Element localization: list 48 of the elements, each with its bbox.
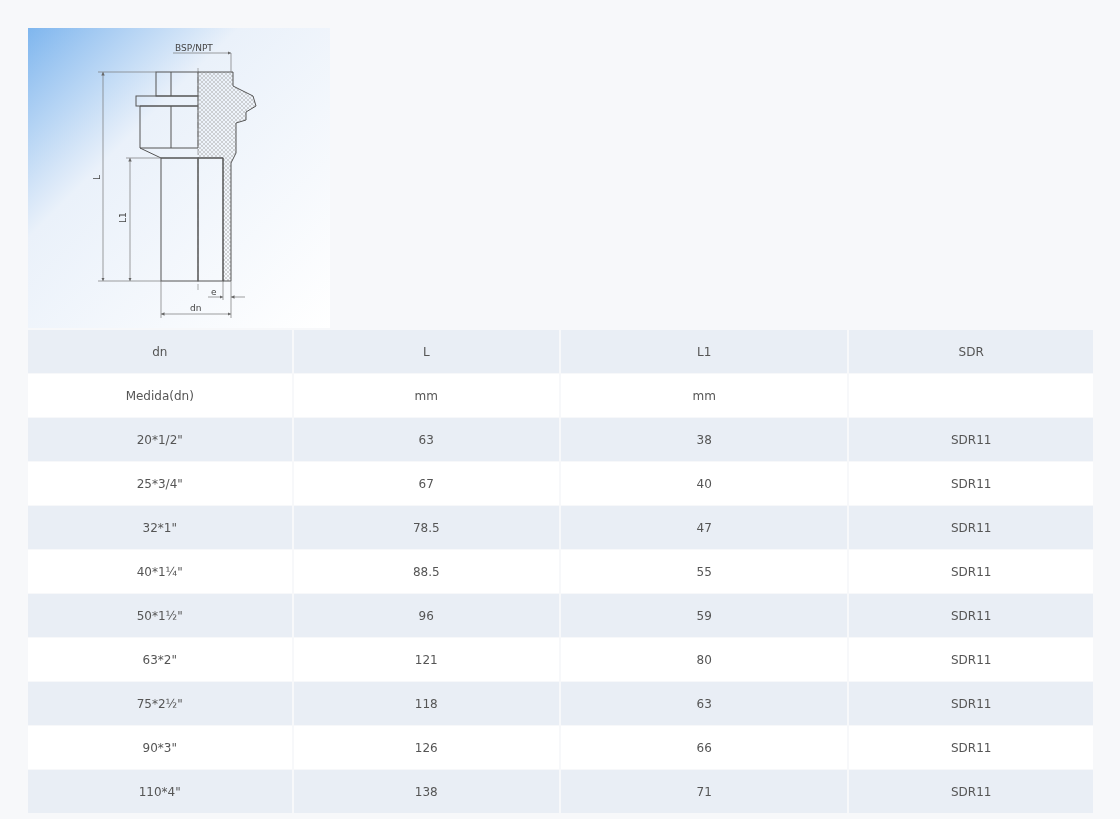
dimension-label: L <box>92 175 102 180</box>
table-cell: 126 <box>293 726 559 770</box>
column-header: L <box>293 330 559 374</box>
table-cell: 50*1½" <box>28 594 292 638</box>
table-cell: 20*1/2" <box>28 418 292 462</box>
dimension-label: e <box>211 287 217 297</box>
table-cell: mm <box>561 374 848 418</box>
table-cell: Medida(dn) <box>28 374 292 418</box>
table-cell: SDR11 <box>849 726 1093 770</box>
table-cell: 67 <box>293 462 559 506</box>
dimension-label: dn <box>190 303 202 313</box>
table-cell: SDR11 <box>849 462 1093 506</box>
table-cell: SDR11 <box>849 638 1093 682</box>
table-cell: 118 <box>293 682 559 726</box>
table-cell: SDR11 <box>849 770 1093 814</box>
table-cell: 59 <box>561 594 848 638</box>
table-cell: 47 <box>561 506 848 550</box>
table-cell: 55 <box>561 550 848 594</box>
column-header: dn <box>28 330 292 374</box>
table-cell: 90*3" <box>28 726 292 770</box>
dimension-label: BSP/NPT <box>175 43 213 53</box>
table-cell: 110*4" <box>28 770 292 814</box>
table-cell: 38 <box>561 418 848 462</box>
table-cell: 88.5 <box>293 550 559 594</box>
table-cell: 63 <box>293 418 559 462</box>
table-cell: 71 <box>561 770 848 814</box>
column-header: L1 <box>561 330 848 374</box>
column-header: SDR <box>849 330 1093 374</box>
table-cell: SDR11 <box>849 682 1093 726</box>
table-cell: SDR11 <box>849 418 1093 462</box>
table-cell: SDR11 <box>849 506 1093 550</box>
table-cell: 96 <box>293 594 559 638</box>
table-cell: SDR11 <box>849 594 1093 638</box>
table-cell: 78.5 <box>293 506 559 550</box>
table-cell: 121 <box>293 638 559 682</box>
table-cell: 63 <box>561 682 848 726</box>
table-cell: SDR11 <box>849 550 1093 594</box>
table-cell: mm <box>293 374 559 418</box>
table-cell: 40*1¼" <box>28 550 292 594</box>
table-cell: 63*2" <box>28 638 292 682</box>
dimension-label: L1 <box>118 212 128 223</box>
table-cell: 138 <box>293 770 559 814</box>
table-cell: 40 <box>561 462 848 506</box>
table-cell: 32*1" <box>28 506 292 550</box>
table-cell: 66 <box>561 726 848 770</box>
table-cell: 25*3/4" <box>28 462 292 506</box>
table-cell: 75*2½" <box>28 682 292 726</box>
table-cell: 80 <box>561 638 848 682</box>
